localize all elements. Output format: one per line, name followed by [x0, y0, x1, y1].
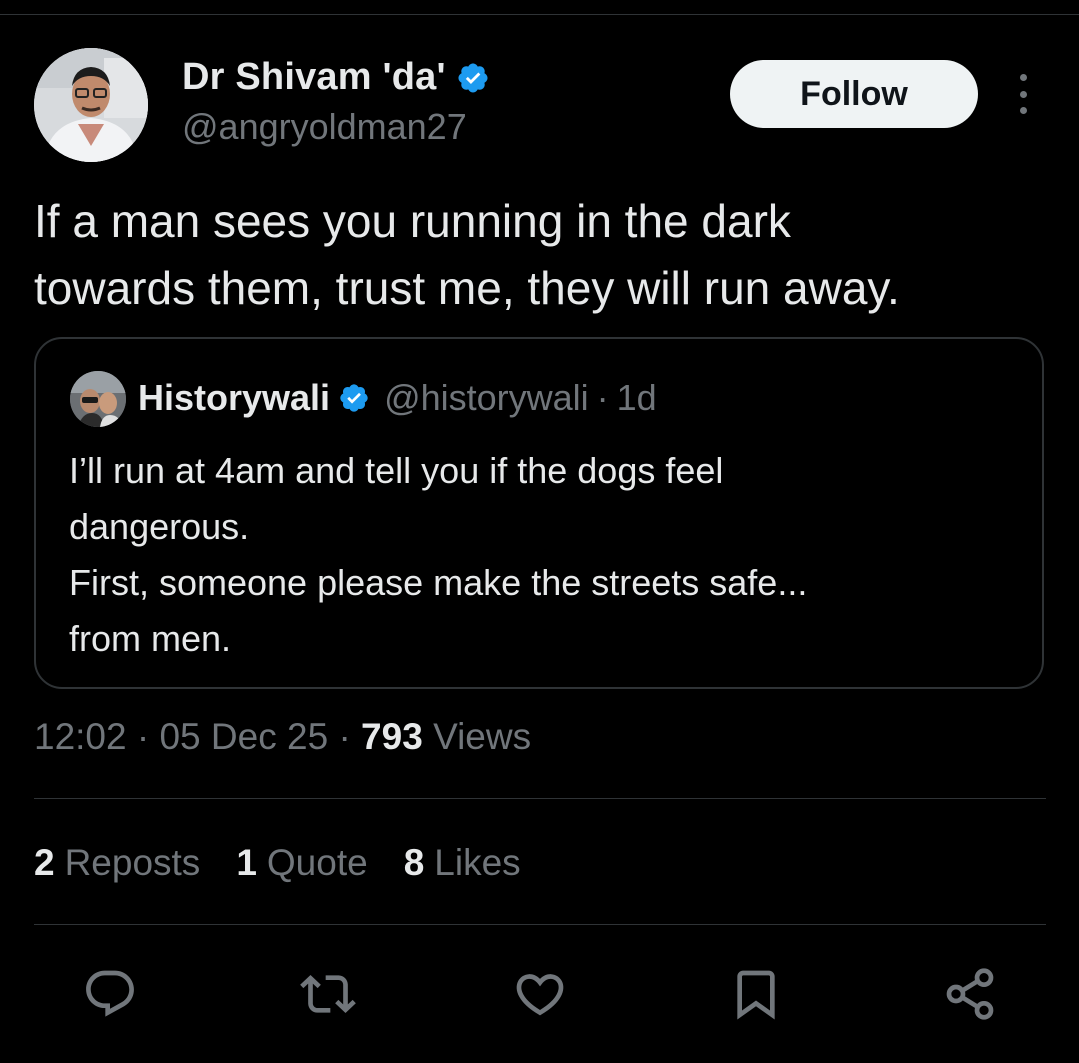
follow-button[interactable]: Follow: [730, 60, 978, 128]
tweet-time[interactable]: 12:02: [34, 716, 127, 757]
divider: [34, 924, 1046, 925]
engagement-stats: 2 Reposts 1 Quote 8 Likes: [34, 842, 521, 884]
reposts-label: Reposts: [64, 842, 201, 883]
meta-separator: ·: [338, 716, 351, 757]
views-count: 793: [361, 716, 423, 757]
quoted-verified-badge-icon: [340, 384, 368, 412]
quoted-timestamp[interactable]: 1d: [617, 377, 657, 419]
tweet-date[interactable]: 05 Dec 25: [159, 716, 328, 757]
verified-badge-icon[interactable]: [456, 61, 490, 95]
share-icon: [946, 968, 994, 1020]
quoted-author-handle[interactable]: @historywali: [384, 377, 589, 419]
author-handle[interactable]: @angryoldman27: [182, 106, 467, 148]
reply-button[interactable]: [78, 962, 142, 1026]
repost-button[interactable]: [296, 962, 360, 1026]
more-options-icon[interactable]: [1008, 74, 1038, 114]
quoted-text-line: from men.: [69, 618, 232, 659]
like-icon: [516, 974, 564, 1016]
quoted-tweet-header: Historywali @historywali · 1d: [138, 377, 657, 419]
action-bar: [0, 962, 1079, 1026]
reposts-count: 2: [34, 842, 55, 883]
repost-icon: [300, 975, 356, 1013]
tweet-meta: 12:02 · 05 Dec 25 · 793 Views: [34, 716, 531, 758]
divider: [34, 798, 1046, 799]
quoted-text-line: dangerous.: [69, 506, 250, 547]
share-button[interactable]: [938, 962, 1002, 1026]
reposts-stat[interactable]: 2 Reposts: [34, 842, 200, 884]
quoted-avatar-image: [70, 371, 126, 427]
author-avatar[interactable]: [34, 48, 148, 162]
quoted-separator: ·: [596, 377, 609, 418]
reply-icon: [86, 970, 134, 1017]
quoted-tweet-card[interactable]: Historywali @historywali · 1d I’ll run a…: [34, 337, 1044, 689]
views-label: Views: [433, 716, 532, 757]
top-divider: [0, 14, 1079, 15]
quotes-count: 1: [236, 842, 257, 883]
quoted-author-name[interactable]: Historywali: [138, 377, 330, 419]
tweet-text: If a man sees you running in the dark to…: [34, 195, 900, 314]
quoted-text-line: First, someone please make the streets s…: [69, 562, 808, 603]
likes-count: 8: [403, 842, 425, 883]
quoted-text-line: I’ll run at 4am and tell you if the dogs…: [69, 450, 724, 491]
likes-label: Likes: [434, 842, 521, 883]
author-name-row: Dr Shivam 'da': [182, 56, 490, 99]
author-name[interactable]: Dr Shivam 'da': [182, 56, 446, 99]
author-avatar-image: [34, 48, 148, 162]
like-button[interactable]: [508, 962, 572, 1026]
bookmark-button[interactable]: [724, 962, 788, 1026]
quotes-stat[interactable]: 1 Quote: [236, 842, 367, 884]
likes-stat[interactable]: 8 Likes: [404, 842, 521, 884]
quoted-tweet-text: I’ll run at 4am and tell you if the dogs…: [69, 443, 1009, 667]
quotes-label: Quote: [266, 842, 368, 883]
quoted-author-avatar[interactable]: [70, 371, 126, 427]
meta-separator: ·: [136, 716, 150, 757]
bookmark-icon: [737, 970, 775, 1020]
